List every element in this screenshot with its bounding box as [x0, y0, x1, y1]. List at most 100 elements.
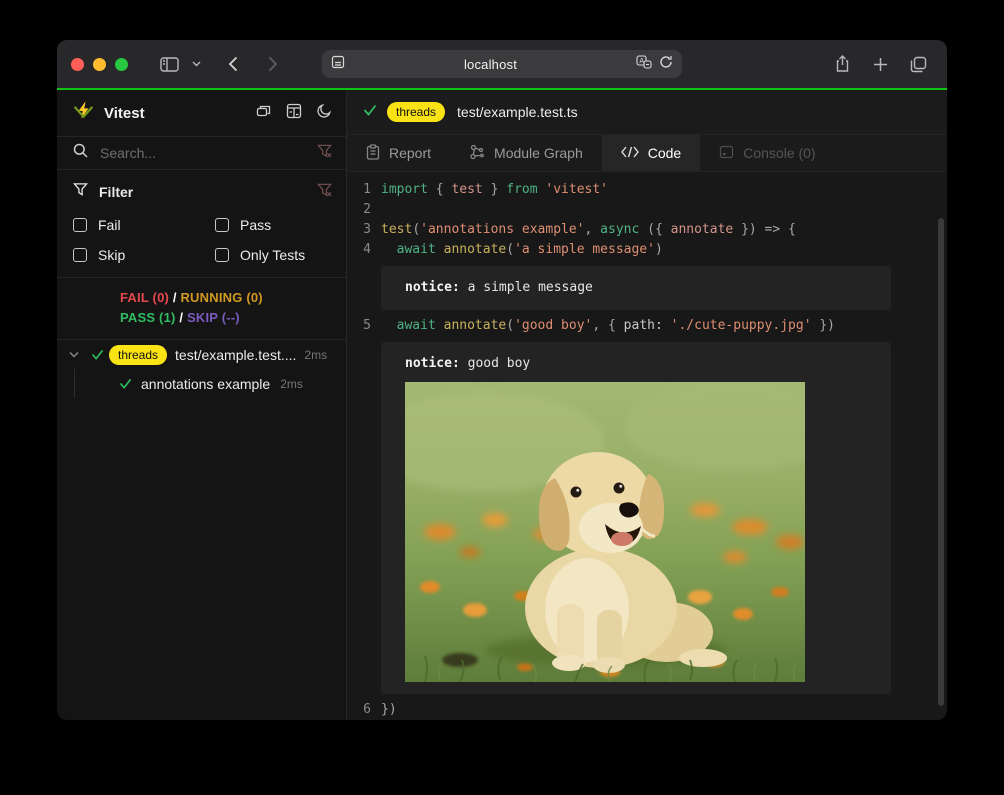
- filter-checkbox-skip[interactable]: Skip: [73, 247, 215, 263]
- search-icon: [73, 143, 88, 163]
- code-text: import { test } from 'vitest': [381, 180, 608, 200]
- stats-segment: PASS (1): [120, 310, 176, 325]
- back-button[interactable]: [218, 51, 248, 77]
- scrollbar-thumb[interactable]: [938, 218, 944, 706]
- browser-window: localhost A: [57, 40, 947, 720]
- tab-bar: Report Module Graph: [347, 135, 947, 172]
- tab-label: Console (0): [743, 145, 815, 161]
- code-editor[interactable]: 1import { test } from 'vitest'23test('an…: [347, 172, 947, 720]
- browser-toolbar: localhost A: [57, 40, 947, 88]
- code-line: 4 await annotate('a simple message'): [347, 240, 947, 260]
- checkbox-label: Pass: [240, 217, 271, 233]
- tab-label: Code: [648, 145, 681, 161]
- pool-badge: threads: [109, 345, 167, 365]
- share-icon[interactable]: [827, 51, 857, 77]
- console-icon: [719, 145, 734, 162]
- pool-badge: threads: [387, 102, 445, 122]
- dark-mode-moon-icon[interactable]: [316, 103, 332, 124]
- main-panel: threads test/example.test.ts Report: [347, 90, 947, 720]
- pass-check-icon: [363, 103, 377, 121]
- notice-text: a simple message: [468, 280, 593, 295]
- stats-segment: /: [176, 310, 187, 325]
- stats-fail-running: FAIL (0) / RUNNING (0): [120, 288, 332, 308]
- sidebar-menu-chevron-icon[interactable]: [188, 51, 204, 77]
- reader-mode-icon[interactable]: [331, 55, 345, 74]
- notice-label: notice:: [405, 280, 460, 295]
- new-tab-icon[interactable]: [865, 51, 895, 77]
- code-text: }): [381, 700, 397, 720]
- code-line: 6}): [347, 700, 947, 720]
- vitest-logo-icon: [73, 100, 94, 126]
- test-stats: FAIL (0) / RUNNING (0) PASS (1) / SKIP (…: [57, 278, 346, 340]
- filter-checkbox-fail[interactable]: Fail: [73, 217, 215, 233]
- tab-module-graph[interactable]: Module Graph: [450, 135, 602, 171]
- notice-label: notice:: [405, 356, 460, 371]
- search-row: [57, 137, 346, 170]
- filter-checkbox-pass[interactable]: Pass: [215, 217, 332, 233]
- collapse-panels-icon[interactable]: [256, 103, 272, 124]
- tab-overview-icon[interactable]: [903, 51, 933, 77]
- checkbox-label: Only Tests: [240, 247, 305, 263]
- reload-icon[interactable]: [659, 55, 673, 74]
- module-graph-icon: [469, 144, 485, 163]
- test-case-row[interactable]: annotations example 2ms: [57, 369, 346, 398]
- notice-text: good boy: [468, 356, 531, 371]
- clear-filter-icon[interactable]: [317, 183, 332, 202]
- file-header: threads test/example.test.ts: [347, 90, 947, 135]
- tab-label: Module Graph: [494, 145, 583, 161]
- tab-report[interactable]: Report: [347, 135, 450, 171]
- checkbox-icon[interactable]: [73, 218, 87, 232]
- puppy-image: [405, 382, 805, 682]
- minimize-window-button[interactable]: [93, 58, 106, 71]
- clipboard-icon: [366, 144, 380, 163]
- filter-section: Filter Fail Pass: [57, 170, 346, 278]
- test-file-duration: 2ms: [304, 348, 327, 362]
- stats-pass-skip: PASS (1) / SKIP (--): [120, 308, 332, 328]
- line-number: 3: [347, 220, 381, 240]
- chevron-down-icon[interactable]: [63, 351, 85, 358]
- search-input[interactable]: [100, 145, 317, 161]
- traffic-lights: [71, 58, 128, 71]
- tab-code[interactable]: Code: [602, 135, 700, 171]
- close-window-button[interactable]: [71, 58, 84, 71]
- line-number: 6: [347, 700, 381, 720]
- code-icon: [621, 145, 639, 161]
- sidebar: Vitest: [57, 90, 347, 720]
- app-title: Vitest: [104, 105, 145, 122]
- tab-label: Report: [389, 145, 431, 161]
- code-lines-block: 6})7: [347, 700, 947, 720]
- checkbox-icon[interactable]: [73, 248, 87, 262]
- url-text[interactable]: localhost: [345, 57, 636, 72]
- zoom-window-button[interactable]: [115, 58, 128, 71]
- stats-segment: /: [169, 290, 180, 305]
- code-line: 1import { test } from 'vitest': [347, 180, 947, 200]
- test-file-row[interactable]: threads test/example.test.... 2ms: [57, 340, 346, 369]
- test-case-duration: 2ms: [280, 377, 303, 391]
- code-text: test('annotations example', async ({ ann…: [381, 220, 796, 240]
- checkbox-icon[interactable]: [215, 218, 229, 232]
- dashboard-icon[interactable]: [286, 103, 302, 124]
- checkbox-label: Skip: [98, 247, 125, 263]
- address-bar[interactable]: localhost A: [322, 50, 682, 78]
- filter-label: Filter: [99, 184, 133, 200]
- filter-funnel-icon: [73, 182, 88, 202]
- stats-segment: RUNNING (0): [180, 290, 262, 305]
- pass-check-icon: [115, 378, 135, 389]
- tree-guide-line: [74, 369, 75, 398]
- code-text: await annotate('a simple message'): [381, 240, 663, 260]
- code-line: 2: [347, 200, 947, 220]
- checkbox-icon[interactable]: [215, 248, 229, 262]
- translate-icon[interactable]: A: [636, 55, 652, 74]
- file-path: test/example.test.ts: [457, 104, 578, 120]
- forward-button[interactable]: [258, 51, 288, 77]
- filter-checkbox-only-tests[interactable]: Only Tests: [215, 247, 332, 263]
- code-lines-block: 1import { test } from 'vitest'23test('an…: [347, 180, 947, 260]
- tab-console[interactable]: Console (0): [700, 135, 834, 171]
- line-number: 1: [347, 180, 381, 200]
- clear-search-icon[interactable]: [317, 144, 332, 163]
- sidebar-header: Vitest: [57, 90, 346, 137]
- sidebar-toggle-icon[interactable]: [154, 51, 184, 77]
- code-line: 3test('annotations example', async ({ an…: [347, 220, 947, 240]
- line-number: 4: [347, 240, 381, 260]
- annotation-notice-1: notice: a simple message: [381, 266, 891, 310]
